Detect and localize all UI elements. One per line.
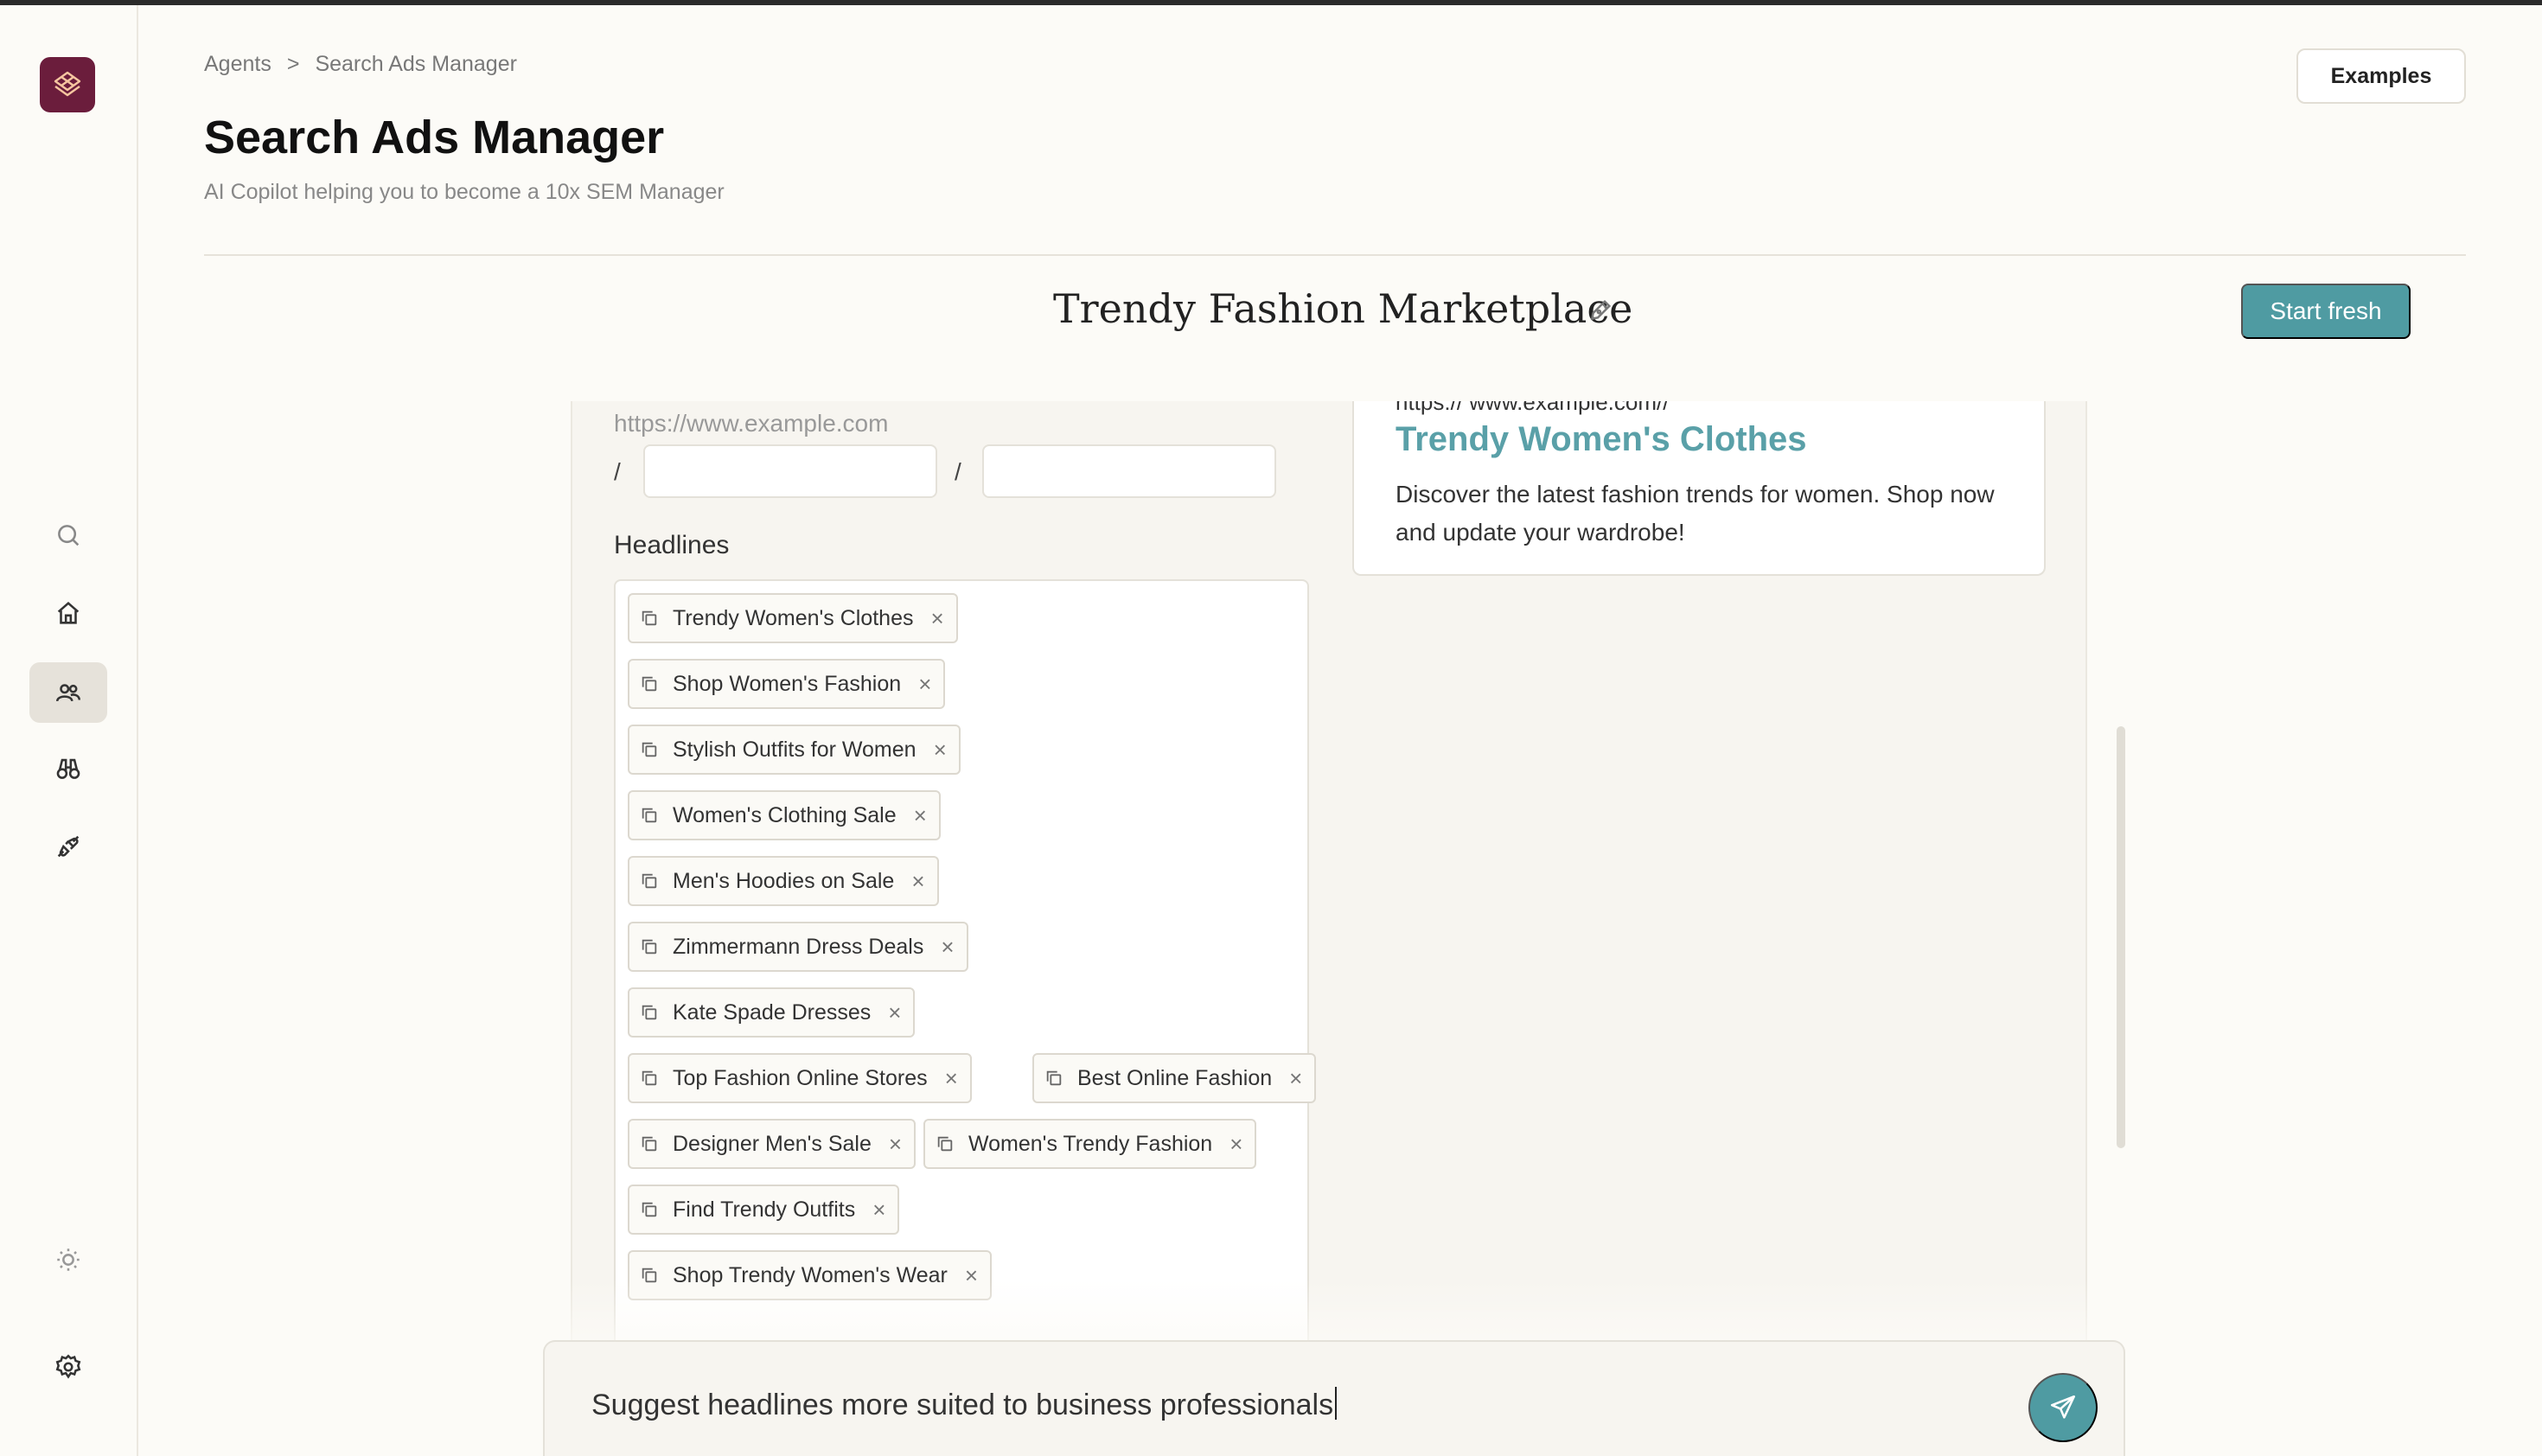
copy-icon[interactable] [640,1200,659,1219]
project-title: Trendy Fashion Marketplace [1053,285,1633,332]
copy-icon[interactable] [640,1069,659,1088]
close-icon[interactable]: × [1229,1131,1242,1158]
copy-icon[interactable] [640,872,659,891]
copy-icon[interactable] [640,740,659,759]
ad-preview-headline: Trendy Women's Clothes [1396,420,1807,458]
top-border [0,0,2542,5]
headline-chip[interactable]: Zimmermann Dress Deals × [628,922,968,972]
copy-icon[interactable] [640,1003,659,1022]
headline-chip-label: Kate Spade Dresses [673,999,872,1025]
headline-chip-label: Shop Women's Fashion [673,671,902,696]
breadcrumb: Agents > Search Ads Manager [204,52,517,77]
users-icon[interactable] [29,662,107,723]
headline-chip[interactable]: Best Online Fashion × [1032,1053,1317,1103]
breadcrumb-separator: > [286,52,300,76]
headline-chip[interactable]: Top Fashion Online Stores × [628,1053,972,1103]
close-icon[interactable]: × [911,868,924,895]
sidebar [0,5,138,1456]
breadcrumb-agents[interactable]: Agents [204,52,271,76]
headline-chip-label: Women's Clothing Sale [673,802,897,827]
path1-input[interactable] [643,444,937,498]
start-fresh-button[interactable]: Start fresh [2241,284,2411,339]
headline-chip-label: Designer Men's Sale [673,1131,872,1156]
copy-icon[interactable] [640,609,659,628]
copy-icon[interactable] [1044,1069,1063,1088]
close-icon[interactable]: × [1289,1065,1302,1092]
page-subtitle: AI Copilot helping you to become a 10x S… [204,180,725,204]
headline-chip-label: Find Trendy Outfits [673,1197,856,1222]
close-icon[interactable]: × [889,1131,902,1158]
headline-chip[interactable]: Women's Clothing Sale × [628,790,941,840]
plug-icon[interactable] [29,816,107,877]
copy-icon[interactable] [640,937,659,956]
ad-editor-panel: https://www.example.com / / Headlines Tr… [571,401,2087,1352]
send-icon [2050,1395,2076,1419]
copy-icon[interactable] [640,674,659,693]
search-icon[interactable] [29,505,107,565]
header-divider [204,254,2466,256]
path-separator: / [955,458,961,485]
ad-preview-card: https:// www.example.com// Trendy Women'… [1352,401,2046,576]
binoculars-icon[interactable] [29,738,107,799]
copy-icon[interactable] [640,806,659,825]
headline-chip[interactable]: Find Trendy Outfits × [628,1185,900,1235]
headline-chip[interactable]: Designer Men's Sale × [628,1119,917,1169]
home-icon[interactable] [29,583,107,643]
headline-chip-label: Top Fashion Online Stores [673,1065,928,1090]
headline-chip-label: Best Online Fashion [1077,1065,1273,1090]
ad-preview-url: https:// www.example.com// [1396,401,1670,415]
close-icon[interactable]: × [931,605,944,632]
chat-input[interactable]: Suggest headlines more suited to busines… [591,1387,1337,1422]
examples-button[interactable]: Examples [2296,48,2466,104]
headline-chip[interactable]: Stylish Outfits for Women × [628,725,961,775]
path2-input[interactable] [982,444,1276,498]
close-icon[interactable]: × [934,737,947,763]
close-icon[interactable]: × [872,1197,885,1223]
scrollbar[interactable] [2117,726,2125,1148]
copy-icon[interactable] [640,1134,659,1153]
headline-chip[interactable]: Trendy Women's Clothes × [628,593,958,643]
path-separator: / [614,458,621,485]
brand-logo[interactable] [40,57,95,112]
sun-icon[interactable] [29,1229,107,1290]
close-icon[interactable]: × [941,934,954,961]
headline-chip[interactable]: Shop Women's Fashion × [628,659,946,709]
headline-chip-label: Zimmermann Dress Deals [673,934,924,959]
close-icon[interactable]: × [945,1065,958,1092]
close-icon[interactable]: × [888,999,901,1026]
headline-chip-label: Women's Trendy Fashion [968,1131,1213,1156]
ad-preview-description: Discover the latest fashion trends for w… [1396,481,1995,546]
headline-chip[interactable]: Kate Spade Dresses × [628,987,916,1038]
breadcrumb-current: Search Ads Manager [315,52,517,76]
final-url-placeholder: https://www.example.com [614,410,889,437]
gear-icon[interactable] [29,1337,107,1397]
headline-chip[interactable]: Women's Trendy Fashion × [923,1119,1257,1169]
headline-chip-label: Trendy Women's Clothes [673,605,914,630]
send-button[interactable] [2028,1373,2098,1442]
close-icon[interactable]: × [914,802,927,829]
headline-chip-label: Men's Hoodies on Sale [673,868,895,893]
copy-icon[interactable] [936,1134,955,1153]
close-icon[interactable]: × [918,671,931,698]
chat-input-container: Suggest headlines more suited to busines… [543,1340,2125,1456]
headline-chip-label: Stylish Outfits for Women [673,737,917,762]
headlines-label: Headlines [614,531,730,559]
edit-icon[interactable] [1587,296,1615,323]
headline-chip[interactable]: Men's Hoodies on Sale × [628,856,939,906]
page-title: Search Ads Manager [204,112,665,163]
